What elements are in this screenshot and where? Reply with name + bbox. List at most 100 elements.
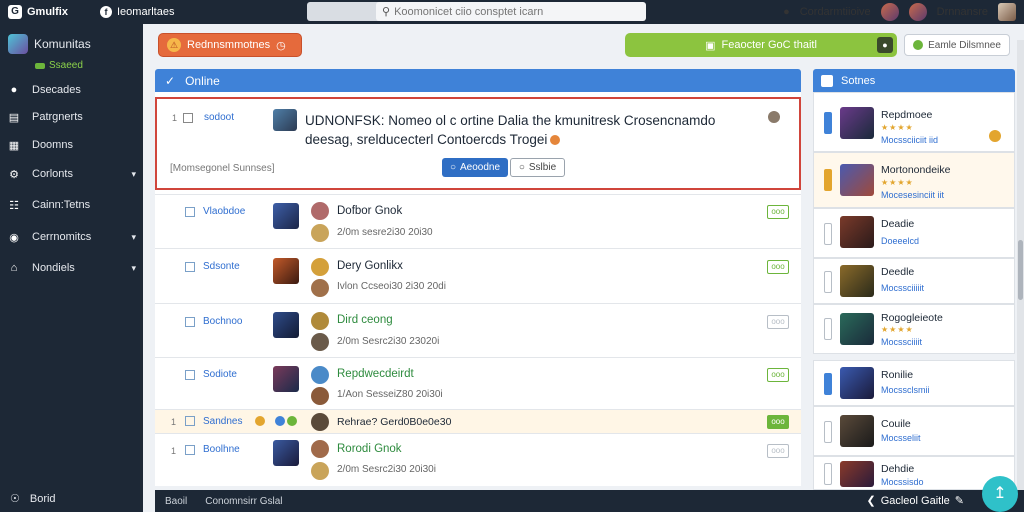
brand[interactable]: G Gmulfix xyxy=(0,5,100,19)
item-name[interactable]: Deadie xyxy=(881,218,914,230)
item-name[interactable]: Couile xyxy=(881,418,911,430)
post-thumbnail[interactable] xyxy=(273,203,299,229)
avatar[interactable] xyxy=(880,3,899,21)
row-checkbox[interactable] xyxy=(185,370,195,380)
bottom-left-label[interactable]: Baoil xyxy=(165,496,187,507)
post-title[interactable]: Rehrae? Gerd0B0e0e30 xyxy=(337,416,451,428)
status-badge[interactable]: ooo xyxy=(767,415,789,429)
item-thumbnail[interactable] xyxy=(840,313,874,345)
list-item[interactable]: Repdmoee ★★★★ Mocssciiciit iid xyxy=(813,92,1015,152)
list-item[interactable]: Mortonondeike ★★★★ Mocesesinciit iit xyxy=(813,152,1015,208)
author-link[interactable]: Vlaobdoe xyxy=(203,206,245,217)
sidebar-header[interactable]: Komunitas xyxy=(8,34,91,54)
author-link[interactable]: Sdsonte xyxy=(203,261,240,272)
post-thumbnail[interactable] xyxy=(273,366,299,392)
avatar-secondary[interactable] xyxy=(908,3,927,21)
profile-picture[interactable] xyxy=(998,3,1016,21)
item-thumbnail[interactable] xyxy=(840,265,874,297)
primary-action-button[interactable]: ▣ Feaocter GoC thaitl ● xyxy=(625,33,897,57)
item-name[interactable]: Dehdie xyxy=(881,463,914,475)
bottom-right[interactable]: ❮ Gacleol Gaitle ✎ xyxy=(866,494,964,508)
scrollbar-thumb[interactable] xyxy=(1018,240,1023,300)
avatar[interactable] xyxy=(311,387,329,405)
search-scope[interactable] xyxy=(307,2,379,21)
item-name[interactable]: Rogogleieote xyxy=(881,312,943,324)
item-thumbnail[interactable] xyxy=(840,107,874,139)
status-badge[interactable]: ooo xyxy=(767,315,789,329)
user-label[interactable]: Cordarmtiioive xyxy=(800,6,871,18)
post-title[interactable]: Dery Gonlikx xyxy=(337,260,403,272)
author-link[interactable]: Bochnoo xyxy=(203,316,242,327)
list-item[interactable]: Couile Mocsseliit xyxy=(813,406,1015,456)
post-title[interactable]: Dird ceong xyxy=(337,314,393,326)
status-badge[interactable]: ooo xyxy=(767,205,789,219)
table-row[interactable]: Vlaobdoe Dofbor Gnok 2/0m sesre2i30 20i3… xyxy=(155,194,801,248)
table-row[interactable]: 1 Boolhne Rorodi Gnok 2/0m Sesrc2i30 20i… xyxy=(155,433,801,486)
author-link[interactable]: Boolhne xyxy=(203,444,240,455)
top-link[interactable]: f Ieomarltaes xyxy=(100,6,174,18)
status-badge[interactable]: ooo xyxy=(767,444,789,458)
avatar[interactable] xyxy=(311,258,329,276)
avatar[interactable] xyxy=(311,366,329,384)
search-input[interactable] xyxy=(394,5,635,18)
scrollbar[interactable] xyxy=(1017,40,1024,490)
post-thumbnail[interactable] xyxy=(273,109,297,131)
search-bar[interactable]: ⚲ xyxy=(376,2,646,21)
user-name[interactable]: Drnnansre xyxy=(937,6,988,18)
options-icon[interactable] xyxy=(768,111,780,123)
post-thumbnail[interactable] xyxy=(273,258,299,284)
notification-icon[interactable]: ● xyxy=(783,6,790,18)
list-item[interactable]: Ronilie Mocssclsmii xyxy=(813,360,1015,406)
sidebar-item-7[interactable]: ⌂ Nondiels ▾ xyxy=(8,258,136,278)
author-link[interactable]: Sandnes xyxy=(203,416,242,427)
item-thumbnail[interactable] xyxy=(840,415,874,447)
item-thumbnail[interactable] xyxy=(840,216,874,248)
table-row[interactable]: Bochnoo Dird ceong 2/0m Sesrc2i30 23020i… xyxy=(155,303,801,357)
author-link[interactable]: sodoot xyxy=(204,112,234,123)
bottom-middle-label[interactable]: Conomnsirr Gslal xyxy=(205,496,282,507)
row-checkbox[interactable] xyxy=(185,445,195,455)
avatar[interactable] xyxy=(311,224,329,242)
avatar[interactable] xyxy=(311,279,329,297)
row-checkbox[interactable] xyxy=(185,262,195,272)
table-row[interactable]: Sdsonte Dery Gonlikx Ivlon Ccseoi30 2i30… xyxy=(155,248,801,303)
post-title[interactable]: UDNONFSK: Nomeo ol c ortine Dalia the km… xyxy=(305,111,765,149)
list-item[interactable]: Deedle Mocssciiiiit xyxy=(813,258,1015,304)
author-link[interactable]: Sodiote xyxy=(203,369,237,380)
post-title[interactable]: Rorodi Gnok xyxy=(337,443,402,455)
table-row[interactable]: Sodiote Repdwecdeirdt 1/Aon SesseiZ80 20… xyxy=(155,357,801,409)
approve-button[interactable]: ○ Aeoodne xyxy=(442,158,508,177)
sidebar-item-2[interactable]: ▤ Patrgnerts xyxy=(8,107,136,127)
row-checkbox[interactable] xyxy=(183,113,193,123)
avatar[interactable] xyxy=(311,202,329,220)
floating-action-button[interactable]: ↥ xyxy=(982,476,1018,512)
item-name[interactable]: Repdmoee xyxy=(881,109,932,121)
row-checkbox[interactable] xyxy=(185,207,195,217)
row-checkbox[interactable] xyxy=(185,317,195,327)
post-thumbnail[interactable] xyxy=(273,440,299,466)
item-thumbnail[interactable] xyxy=(840,461,874,487)
avatar[interactable] xyxy=(311,333,329,351)
avatar[interactable] xyxy=(311,462,329,480)
sidebar-item-6[interactable]: ◉ Cerrnomitcs ▾ xyxy=(8,227,136,247)
item-name[interactable]: Ronilie xyxy=(881,369,913,381)
item-thumbnail[interactable] xyxy=(840,164,874,196)
item-name[interactable]: Deedle xyxy=(881,266,914,278)
list-item[interactable]: Deadie Doeeelcd xyxy=(813,208,1015,258)
sidebar-footer[interactable]: ☉ Borid xyxy=(10,492,56,506)
sidebar-item-4[interactable]: ⚙ Corlonts ▾ xyxy=(8,164,136,184)
sidebar-item-5[interactable]: ☷ Cainn:Tetns xyxy=(8,195,136,215)
item-thumbnail[interactable] xyxy=(840,367,874,399)
sidebar-item-1[interactable]: ● Dsecades xyxy=(8,80,136,100)
post-title[interactable]: Dofbor Gnok xyxy=(337,205,402,217)
post-thumbnail[interactable] xyxy=(273,312,299,338)
avatar[interactable] xyxy=(311,312,329,330)
item-name[interactable]: Mortonondeike xyxy=(881,164,950,176)
post-title[interactable]: Repdwecdeirdt xyxy=(337,368,414,380)
secondary-action-button[interactable]: Eamle Dilsmnee xyxy=(904,34,1010,56)
alert-button[interactable]: ⚠ Rednnsmmotnes ◷ xyxy=(158,33,302,57)
sidebar-item-3[interactable]: ▦ Doomns xyxy=(8,135,136,155)
avatar[interactable] xyxy=(311,440,329,458)
secondary-button[interactable]: ○ Sslbie xyxy=(510,158,565,177)
status-badge[interactable]: ooo xyxy=(767,260,789,274)
